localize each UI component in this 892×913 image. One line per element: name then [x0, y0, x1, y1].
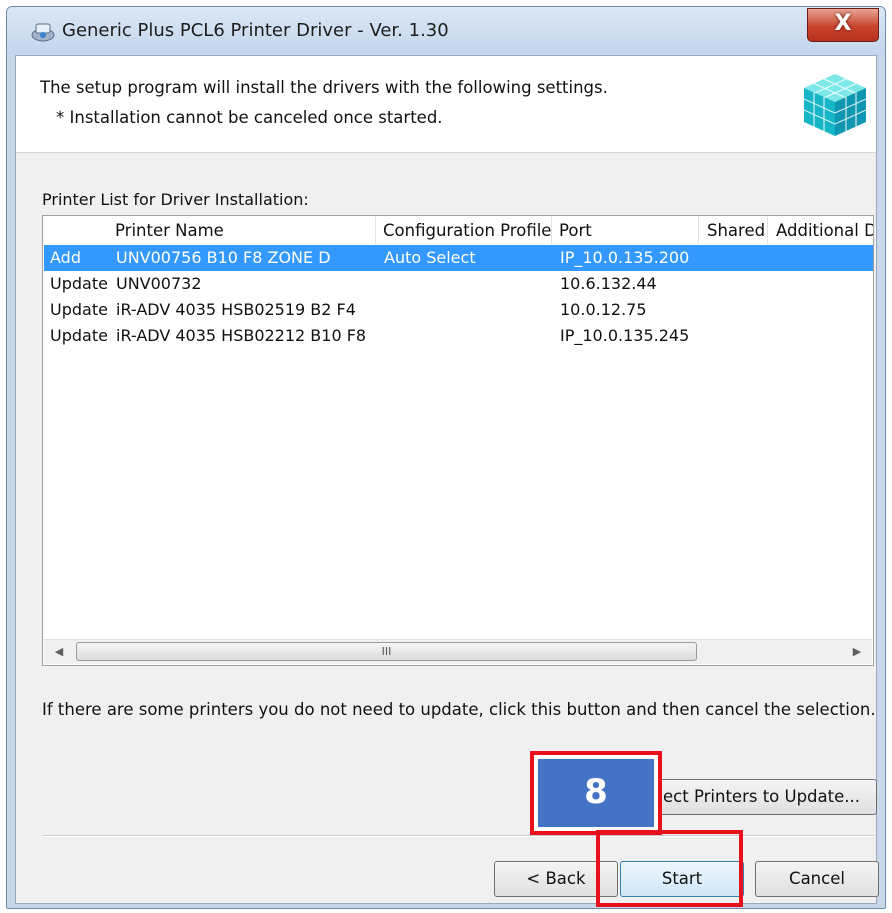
column-shared[interactable]: Shared [707, 221, 765, 240]
column-header: Printer Name Configuration Profile Port … [43, 216, 873, 244]
header-description: The setup program will install the drive… [40, 78, 608, 97]
table-row[interactable]: Add UNV00756 B10 F8 ZONE D Auto Select I… [44, 245, 873, 271]
printer-app-icon [31, 23, 55, 42]
table-row[interactable]: Update iR-ADV 4035 HSB02519 B2 F4 10.0.1… [44, 297, 873, 323]
row-port: 10.0.12.75 [560, 300, 647, 319]
row-printer-name: iR-ADV 4035 HSB02519 B2 F4 [116, 300, 356, 319]
row-printer-name: UNV00756 B10 F8 ZONE D [116, 248, 331, 267]
column-printer-name[interactable]: Printer Name [115, 221, 224, 240]
column-additional[interactable]: Additional D [776, 221, 873, 240]
installer-window: Generic Plus PCL6 Printer Driver - Ver. … [6, 6, 886, 909]
update-hint-text: If there are some printers you do not ne… [42, 700, 876, 719]
row-profile: Auto Select [384, 248, 476, 267]
row-action: Update [50, 274, 108, 293]
printer-list[interactable]: Printer Name Configuration Profile Port … [42, 215, 874, 666]
driver-cube-icon [803, 74, 867, 136]
start-button-highlight [596, 830, 743, 907]
divider [42, 835, 874, 837]
row-action: Update [50, 300, 108, 319]
row-action: Update [50, 326, 108, 345]
close-icon: X [834, 11, 852, 36]
title-bar[interactable]: Generic Plus PCL6 Printer Driver - Ver. … [7, 7, 885, 55]
scroll-right-icon[interactable]: ▶ [848, 644, 866, 660]
window-title: Generic Plus PCL6 Printer Driver - Ver. … [62, 20, 449, 41]
horizontal-scrollbar[interactable]: ◀ III ▶ [44, 639, 872, 664]
table-row[interactable]: Update iR-ADV 4035 HSB02212 B10 F8 IP_10… [44, 323, 873, 349]
printer-list-label: Printer List for Driver Installation: [42, 190, 309, 209]
select-printers-button[interactable]: ect Printers to Update... [658, 779, 877, 815]
step-number: 8 [538, 759, 654, 827]
dialog-body: The setup program will install the drive… [15, 55, 879, 904]
row-printer-name: iR-ADV 4035 HSB02212 B10 F8 [116, 326, 367, 345]
scroll-left-icon[interactable]: ◀ [50, 644, 68, 660]
row-port: IP_10.0.135.200 [560, 248, 690, 267]
cancel-button[interactable]: Cancel [755, 861, 879, 897]
row-printer-name: UNV00732 [116, 274, 202, 293]
header-band: The setup program will install the drive… [16, 56, 876, 153]
select-printers-label: ect Printers to Update... [663, 787, 860, 806]
column-separator[interactable] [698, 216, 699, 244]
header-note: * Installation cannot be canceled once s… [56, 108, 443, 127]
scrollbar-grip-icon: III [381, 645, 392, 658]
column-separator[interactable] [551, 216, 552, 244]
row-port: IP_10.0.135.245 [560, 326, 690, 345]
table-row[interactable]: Update UNV00732 10.6.132.44 [44, 271, 873, 297]
scrollbar-thumb[interactable]: III [76, 642, 697, 661]
close-button[interactable]: X [807, 8, 879, 42]
row-action: Add [50, 248, 81, 267]
step-callout: 8 [530, 751, 662, 835]
row-port: 10.6.132.44 [560, 274, 657, 293]
column-port[interactable]: Port [559, 221, 592, 240]
column-separator[interactable] [767, 216, 768, 244]
cancel-label: Cancel [789, 869, 845, 888]
column-configuration-profile[interactable]: Configuration Profile [383, 221, 551, 240]
column-separator[interactable] [375, 216, 376, 244]
